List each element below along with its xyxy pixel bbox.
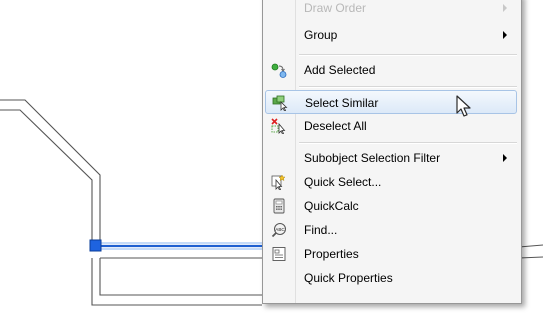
menu-item-draw-order[interactable]: Draw Order bbox=[265, 0, 517, 20]
submenu-arrow-icon bbox=[503, 154, 507, 162]
grip-handle[interactable] bbox=[89, 239, 102, 252]
menu-item-group[interactable]: Group bbox=[265, 23, 517, 47]
menu-item-properties[interactable]: Properties bbox=[265, 242, 517, 266]
submenu-arrow-icon bbox=[503, 31, 507, 39]
submenu-arrow-icon bbox=[503, 4, 507, 12]
menu-item-deselect-all[interactable]: Deselect All bbox=[265, 114, 517, 138]
menu-item-label: Draw Order bbox=[304, 1, 367, 15]
selected-line[interactable] bbox=[100, 242, 262, 250]
menu-item-label: Find... bbox=[304, 223, 338, 237]
deselect-all-icon bbox=[271, 118, 286, 134]
menu-item-quick-select[interactable]: Quick Select... bbox=[265, 170, 517, 194]
menu-item-label: Deselect All bbox=[304, 119, 367, 133]
polyline-lower[interactable] bbox=[99, 258, 262, 296]
polyline-lower-inner[interactable] bbox=[91, 258, 262, 306]
menu-item-select-similar[interactable]: Select Similar bbox=[265, 90, 517, 114]
menu-item-label: Quick Select... bbox=[304, 175, 382, 189]
menu-separator bbox=[299, 86, 517, 88]
menu-separator bbox=[299, 142, 517, 144]
svg-text:ABC: ABC bbox=[275, 227, 285, 232]
context-menu: Draw Order Group Add Selected Select Sim… bbox=[262, 0, 522, 304]
menu-item-label: Add Selected bbox=[304, 63, 376, 77]
menu-item-label: Properties bbox=[304, 247, 359, 261]
menu-item-label: Quick Properties bbox=[304, 271, 393, 285]
menu-item-quick-properties[interactable]: Quick Properties bbox=[265, 266, 517, 290]
menu-item-quickcalc[interactable]: QuickCalc bbox=[265, 194, 517, 218]
menu-item-add-selected[interactable]: Add Selected bbox=[265, 58, 517, 82]
line-right-bottom[interactable] bbox=[518, 256, 543, 259]
menu-separator bbox=[299, 54, 517, 56]
properties-icon bbox=[272, 247, 286, 261]
menu-item-find[interactable]: ABC Find... bbox=[265, 218, 517, 242]
polyline-outer-inner[interactable] bbox=[0, 109, 93, 246]
quick-select-icon bbox=[271, 174, 286, 190]
find-icon: ABC bbox=[271, 223, 286, 238]
menu-item-label: Select Similar bbox=[305, 96, 379, 110]
select-similar-icon bbox=[272, 95, 288, 111]
mouse-cursor-icon bbox=[456, 95, 471, 117]
line-right-top[interactable] bbox=[518, 244, 543, 248]
menu-item-label: Subobject Selection Filter bbox=[304, 151, 441, 165]
calculator-icon bbox=[273, 198, 285, 214]
menu-item-subobject-selection-filter[interactable]: Subobject Selection Filter bbox=[265, 146, 517, 170]
menu-item-label: QuickCalc bbox=[304, 199, 359, 213]
add-selected-icon bbox=[271, 63, 287, 78]
menu-item-label: Group bbox=[304, 28, 338, 42]
